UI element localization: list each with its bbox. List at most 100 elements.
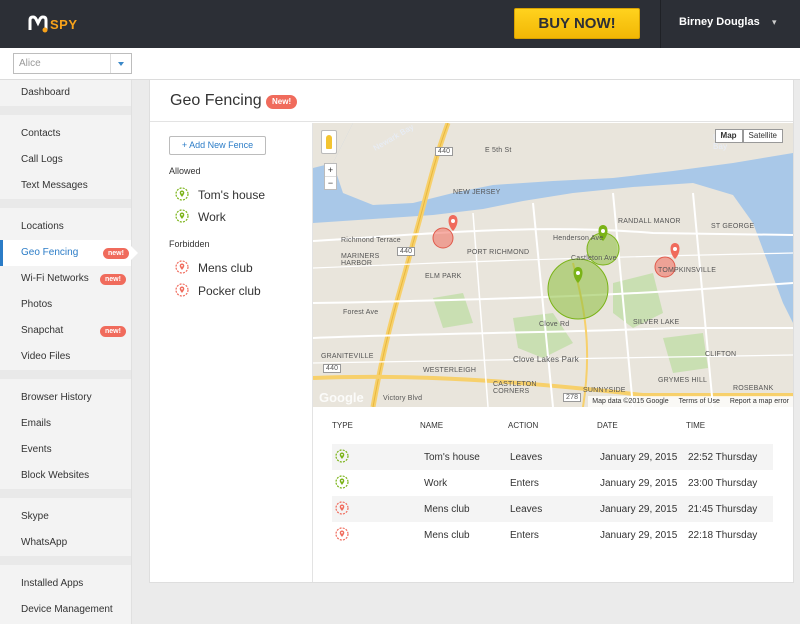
map-label: Forest Ave [343, 309, 379, 316]
map-label: TOMPKINSVILLE [658, 267, 717, 274]
pin-forbidden-icon [335, 527, 349, 547]
sidebar-item-device-management[interactable]: Device Management [0, 597, 131, 623]
cell-action: Leaves [510, 504, 543, 515]
col-date: DATE [597, 421, 618, 430]
sidebar-item-whatsapp[interactable]: WhatsApp [0, 530, 131, 556]
table-row[interactable]: Tom's house Leaves January 29, 2015 22:5… [332, 444, 773, 470]
col-time: TIME [686, 421, 706, 430]
col-type: TYPE [332, 421, 353, 430]
new-badge: new! [103, 248, 129, 259]
fence-item-allowed[interactable]: Tom's house [175, 186, 265, 204]
fence-name: Tom's house [198, 188, 265, 202]
device-select-value: Alice [19, 58, 41, 69]
cell-date: January 29, 2015 [600, 478, 678, 489]
sidebar-item-call-logs[interactable]: Call Logs [0, 147, 131, 173]
cell-time: 22:18 Thursday [688, 530, 758, 541]
map-label: GRANITEVILLE [321, 353, 374, 360]
sidebar-item-snapchat[interactable]: Snapchat new! [0, 318, 131, 344]
divider [660, 0, 661, 48]
sidebar-item-geo-fencing[interactable]: Geo Fencing new! [0, 240, 138, 266]
pin-forbidden-icon [175, 282, 189, 297]
map-label: Castleton Ave [571, 255, 617, 262]
sidebar-item-photos[interactable]: Photos [0, 292, 131, 318]
zoom-in-button[interactable]: + [325, 164, 336, 177]
map-type-control: Map Satellite [714, 129, 783, 143]
zoom-control: + − [324, 163, 337, 190]
map-label: SUNNYSIDE [583, 387, 626, 394]
fence-activity-table: TYPE NAME ACTION DATE TIME Tom's house L… [313, 407, 793, 582]
pin-allowed-icon [335, 475, 349, 495]
map-label: Clove Rd [539, 321, 570, 328]
map-label: GRYMES HILL [658, 377, 708, 384]
sidebar-item-block-websites[interactable]: Block Websites [0, 463, 131, 489]
sidebar-item-events[interactable]: Events [0, 437, 131, 463]
chevron-down-icon[interactable] [110, 54, 131, 73]
cell-time: 23:00 Thursday [688, 478, 758, 489]
cell-time: 22:52 Thursday [688, 452, 758, 463]
map-type-map-button[interactable]: Map [714, 129, 743, 143]
cell-date: January 29, 2015 [600, 530, 678, 541]
new-badge: new! [100, 274, 126, 285]
device-bar: Alice [0, 48, 800, 80]
col-name: NAME [420, 421, 444, 430]
sidebar-item-skype[interactable]: Skype [0, 504, 131, 530]
sidebar: Dashboard Contacts Call Logs Text Messag… [0, 80, 138, 624]
fence-item-allowed[interactable]: Work [175, 208, 226, 226]
map-label: Victory Blvd [383, 395, 423, 402]
fence-name: Mens club [198, 261, 253, 275]
fence-item-forbidden[interactable]: Mens club [175, 259, 253, 277]
cell-date: January 29, 2015 [600, 452, 678, 463]
table-row[interactable]: Work Enters January 29, 2015 23:00 Thurs… [332, 470, 773, 496]
sidebar-item-locations[interactable]: Locations [0, 214, 131, 240]
map-label: CASTLETON CORNERS [493, 381, 537, 395]
sidebar-group: Browser History Emails Events Block Webs… [0, 379, 131, 498]
sidebar-item-text-messages[interactable]: Text Messages [0, 173, 131, 199]
sidebar-item-video-files[interactable]: Video Files [0, 344, 131, 370]
add-new-fence-button[interactable]: + Add New Fence [169, 136, 266, 155]
street-view-pegman-icon[interactable] [321, 130, 337, 154]
sidebar-item-wifi-networks[interactable]: Wi-Fi Networks new! [0, 266, 131, 292]
mspy-logo[interactable]: SPY [28, 13, 78, 35]
map-label: ELM PARK [425, 273, 462, 280]
google-logo: Google [319, 390, 364, 405]
sidebar-item-browser-history[interactable]: Browser History [0, 385, 131, 411]
top-bar: SPY BUY NOW! Birney Douglas ▾ [0, 0, 800, 48]
sidebar-item-installed-apps[interactable]: Installed Apps [0, 571, 131, 597]
map-label: MARINERS HARBOR [341, 253, 380, 267]
new-badge: New! [266, 95, 298, 109]
sidebar-group: Skype WhatsApp [0, 498, 131, 565]
map-label: ROSEBANK [733, 385, 774, 392]
route-shield: 440 [435, 147, 454, 156]
map-label: WESTERLEIGH [423, 367, 477, 374]
map-view[interactable]: E 5th St Newark Bay NEW JERSEY Upper New… [313, 123, 793, 407]
cell-action: Leaves [510, 452, 543, 463]
user-menu[interactable]: Birney Douglas [679, 16, 760, 28]
map-label: ST GEORGE [711, 223, 755, 230]
cell-name: Mens club [424, 504, 470, 515]
map-canvas [313, 123, 793, 407]
table-row[interactable]: Mens club Leaves January 29, 2015 21:45 … [332, 496, 773, 522]
pin-allowed-icon [175, 186, 189, 201]
map-label: Richmond Terrace [341, 237, 401, 244]
map-label: CLIFTON [705, 351, 737, 358]
sidebar-item-dashboard[interactable]: Dashboard [0, 80, 131, 106]
buy-now-button[interactable]: BUY NOW! [514, 8, 640, 39]
cell-date: January 29, 2015 [600, 504, 678, 515]
terms-link[interactable]: Terms of Use [679, 396, 720, 407]
page-header: Geo Fencing New! [150, 80, 793, 122]
fence-item-forbidden[interactable]: Pocker club [175, 282, 261, 300]
caret-down-icon[interactable]: ▾ [772, 17, 777, 28]
sidebar-group: Dashboard [0, 80, 131, 115]
map-label: E 5th St [485, 147, 512, 154]
report-map-error-link[interactable]: Report a map error [730, 396, 789, 407]
sidebar-item-emails[interactable]: Emails [0, 411, 131, 437]
map-label: SILVER LAKE [633, 319, 680, 326]
zoom-out-button[interactable]: − [325, 177, 336, 189]
table-row[interactable]: Mens club Enters January 29, 2015 22:18 … [332, 522, 773, 548]
device-select[interactable]: Alice [13, 53, 132, 74]
sidebar-item-label: Snapchat [21, 325, 64, 336]
sidebar-item-contacts[interactable]: Contacts [0, 121, 131, 147]
map-label: PORT RICHMOND [467, 249, 530, 256]
map-type-satellite-button[interactable]: Satellite [742, 129, 783, 143]
sidebar-item-label: Wi-Fi Networks [21, 273, 89, 284]
